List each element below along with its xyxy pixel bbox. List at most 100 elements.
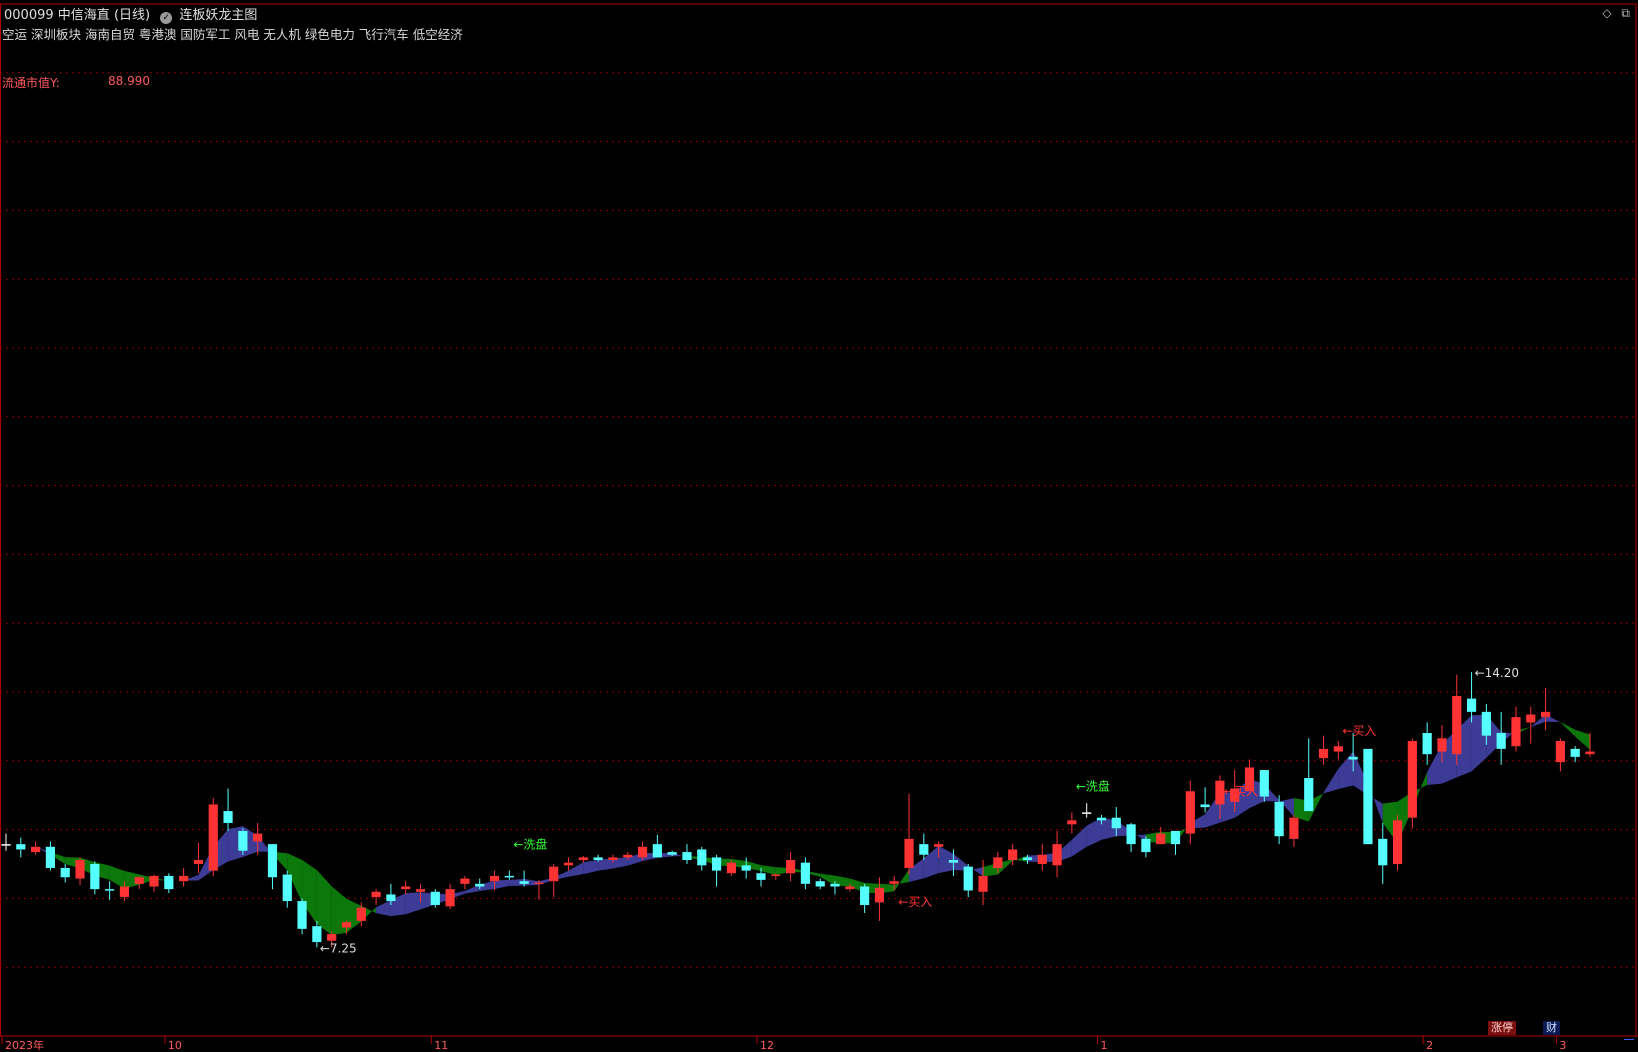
high-price-label: ←14.20: [1475, 666, 1519, 680]
candle-body: [119, 886, 130, 898]
candle-body: [475, 883, 485, 887]
candle-body: [1363, 748, 1373, 845]
x-tick-label: 10: [168, 1039, 182, 1052]
candle-body: [193, 860, 204, 864]
x-tick-label: 2023年: [5, 1038, 44, 1052]
candle-body: [75, 860, 85, 879]
candle-body: [1037, 854, 1047, 864]
band-segment: [109, 865, 125, 889]
candle-body: [578, 857, 588, 861]
band-segment: [316, 870, 332, 936]
candle-body: [16, 844, 26, 850]
candle-body: [1126, 824, 1136, 845]
candle-body: [31, 846, 41, 853]
candle-body: [1274, 801, 1284, 837]
signal-label: ←洗盘: [1076, 778, 1110, 793]
resize-icon[interactable]: [1624, 1039, 1634, 1046]
candle-body: [711, 857, 722, 871]
candle-body: [623, 854, 633, 858]
candle-body: [386, 894, 396, 902]
candle-body: [1437, 738, 1447, 752]
candle-body: [608, 857, 618, 861]
finance-button[interactable]: 财: [1543, 1021, 1560, 1035]
candle-body: [637, 846, 648, 858]
candle-body: [460, 878, 470, 884]
x-tick-label: 3: [1559, 1039, 1566, 1052]
candle-body: [667, 852, 677, 855]
band-segment: [938, 845, 954, 874]
candle-body: [978, 875, 988, 892]
trend-band: [6, 714, 1590, 936]
candle-body: [904, 838, 914, 868]
signal-label: ←买入: [898, 895, 932, 909]
band-segment: [1071, 825, 1087, 857]
candle-body: [504, 875, 514, 878]
candle-body: [1141, 838, 1151, 853]
band-segment: [598, 858, 613, 871]
candle-body: [297, 901, 307, 929]
candle-body: [815, 881, 825, 887]
candle-body: [800, 862, 810, 884]
candle-body: [860, 886, 870, 906]
candle-body: [164, 875, 174, 890]
candle-body: [208, 804, 218, 871]
candle-body: [1378, 838, 1388, 866]
candle-body: [134, 877, 144, 884]
candle-body: [948, 860, 959, 863]
candle-body: [1540, 711, 1551, 718]
signal-label: ←买入: [1342, 724, 1376, 738]
annotations: ←14.20 ←7.25 ←洗盘 ←买入 ←洗盘 ←买入 ←买入: [320, 666, 1519, 955]
candle-body: [45, 846, 56, 868]
candle-body: [1304, 778, 1314, 812]
candle-body: [534, 882, 544, 885]
candle-body: [1082, 812, 1092, 814]
candle-body: [1422, 733, 1432, 755]
band-segment: [494, 879, 510, 889]
x-tick-label: 12: [760, 1039, 774, 1052]
candle-body: [1555, 740, 1565, 763]
candle-body: [682, 852, 692, 861]
candle-body: [756, 873, 766, 880]
band-segment: [1323, 768, 1339, 794]
candlestick-chart[interactable]: ←14.20←7.25←洗盘←买入←洗盘 ←买入←买入 2023年 10 11 12 1 2…: [0, 0, 1638, 1052]
x-axis: 2023年 10 11 12 1 2 3: [0, 1035, 1638, 1052]
candle-body: [401, 886, 411, 890]
candle-body: [726, 862, 736, 874]
candle-body: [1067, 820, 1077, 825]
candle-body: [845, 886, 855, 890]
candle-body: [1022, 857, 1033, 861]
candle-body: [282, 874, 292, 902]
candle-body: [889, 881, 899, 884]
candle-body: [1392, 820, 1403, 864]
candle-body: [1170, 830, 1181, 845]
candle-body: [1, 844, 11, 846]
candle-body: [238, 830, 248, 851]
candle-body: [489, 875, 500, 882]
candle-body: [919, 844, 929, 855]
candle-body: [1096, 817, 1107, 821]
x-tick-label: 11: [434, 1039, 448, 1052]
x-tick-label: 1: [1100, 1039, 1107, 1052]
candle-body: [149, 875, 159, 887]
candle-body: [1200, 804, 1210, 808]
candle-body: [415, 889, 426, 892]
band-segment: [1086, 817, 1102, 847]
candle-body: [341, 922, 352, 928]
candle-body: [1318, 748, 1329, 759]
candle-body: [1511, 717, 1521, 747]
candle-body: [253, 833, 263, 842]
candle-body: [356, 907, 366, 921]
band-segment: [376, 900, 391, 917]
band-segment: [583, 860, 599, 875]
low-price-label: ←7.25: [320, 941, 357, 955]
candle-body: [741, 865, 751, 871]
candle-body: [267, 844, 278, 878]
candle-body: [179, 875, 189, 882]
limit-up-button[interactable]: 涨停: [1488, 1021, 1516, 1035]
candle-body: [563, 862, 574, 866]
candle-body: [697, 849, 707, 866]
candle-body: [652, 844, 662, 858]
candle-body: [786, 860, 796, 874]
candle-body: [993, 857, 1003, 868]
candle-body: [60, 867, 70, 878]
